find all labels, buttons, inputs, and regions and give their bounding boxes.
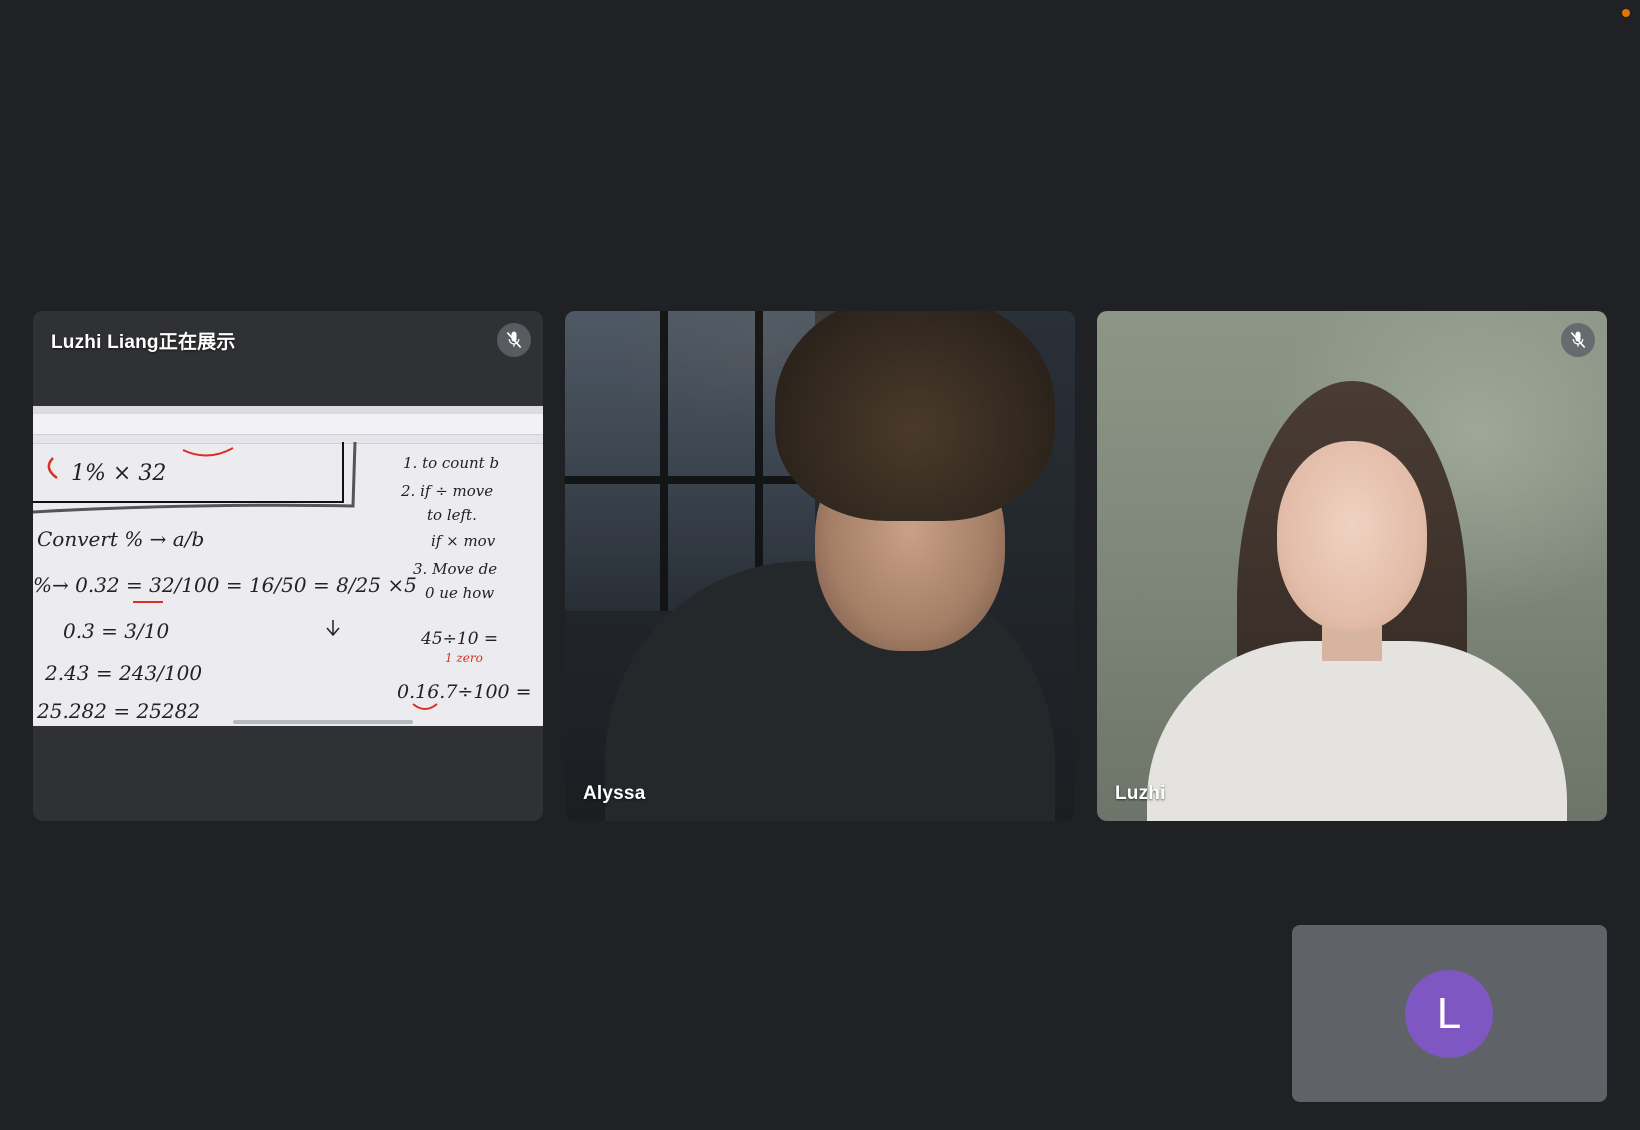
mac-menu-bar [33,406,543,414]
heading-convert: Convert % → a/b [37,527,204,551]
mic-off-icon [497,323,531,357]
video-feed-alyssa [565,311,1075,821]
participant-name: Alyssa [583,783,646,804]
person-body [1147,641,1567,821]
meeting-stage: Luzhi Liang正在展示 1% × 32 1. to count b 2.… [0,0,1640,1130]
mic-off-icon [1561,323,1595,357]
avatar: L [1405,970,1493,1058]
step-3b: 0 ue how [425,584,494,602]
presenter-label: Luzhi Liang正在展示 [51,332,236,353]
participant-name: Luzhi [1115,783,1166,804]
step-2c: if × mov [431,532,496,550]
step-2: 2. if ÷ move [400,482,493,500]
shared-screen: 1% × 32 1. to count b 2. if ÷ move to le… [33,406,543,726]
math-line-3: 2.43 = 243/100 [44,661,202,685]
status-indicator-dot [1622,9,1630,17]
math-line-2: 0.3 = 3/10 [63,619,169,643]
text-top-left: 1% × 32 [71,461,166,486]
right-math-1: 45÷10 = [420,629,498,649]
horizontal-scrollbar[interactable] [233,720,413,724]
step-3: 3. Move de [413,560,497,578]
math-line-1: %→ 0.32 = 32/100 = 16/50 = 8/25 ×5 [33,573,417,597]
person-face [1277,441,1427,631]
right-math-2: 0.16.7÷100 = [397,681,532,703]
participant-tile-alyssa[interactable]: Alyssa [565,311,1075,821]
step-2b: to left. [427,506,477,524]
video-feed-luzhi [1097,311,1607,821]
self-view-tile[interactable]: L [1292,925,1607,1102]
step-1: 1. to count b [403,454,499,472]
presentation-tile[interactable]: Luzhi Liang正在展示 1% × 32 1. to count b 2.… [33,311,543,821]
whiteboard-canvas: 1% × 32 1. to count b 2. if ÷ move to le… [33,442,532,723]
math-line-4: 25.282 = 25282 [36,699,200,723]
right-math-note: 1 zero [445,651,483,665]
participant-tile-luzhi[interactable]: Luzhi [1097,311,1607,821]
person-hair [775,311,1055,521]
browser-toolbar [33,414,543,435]
